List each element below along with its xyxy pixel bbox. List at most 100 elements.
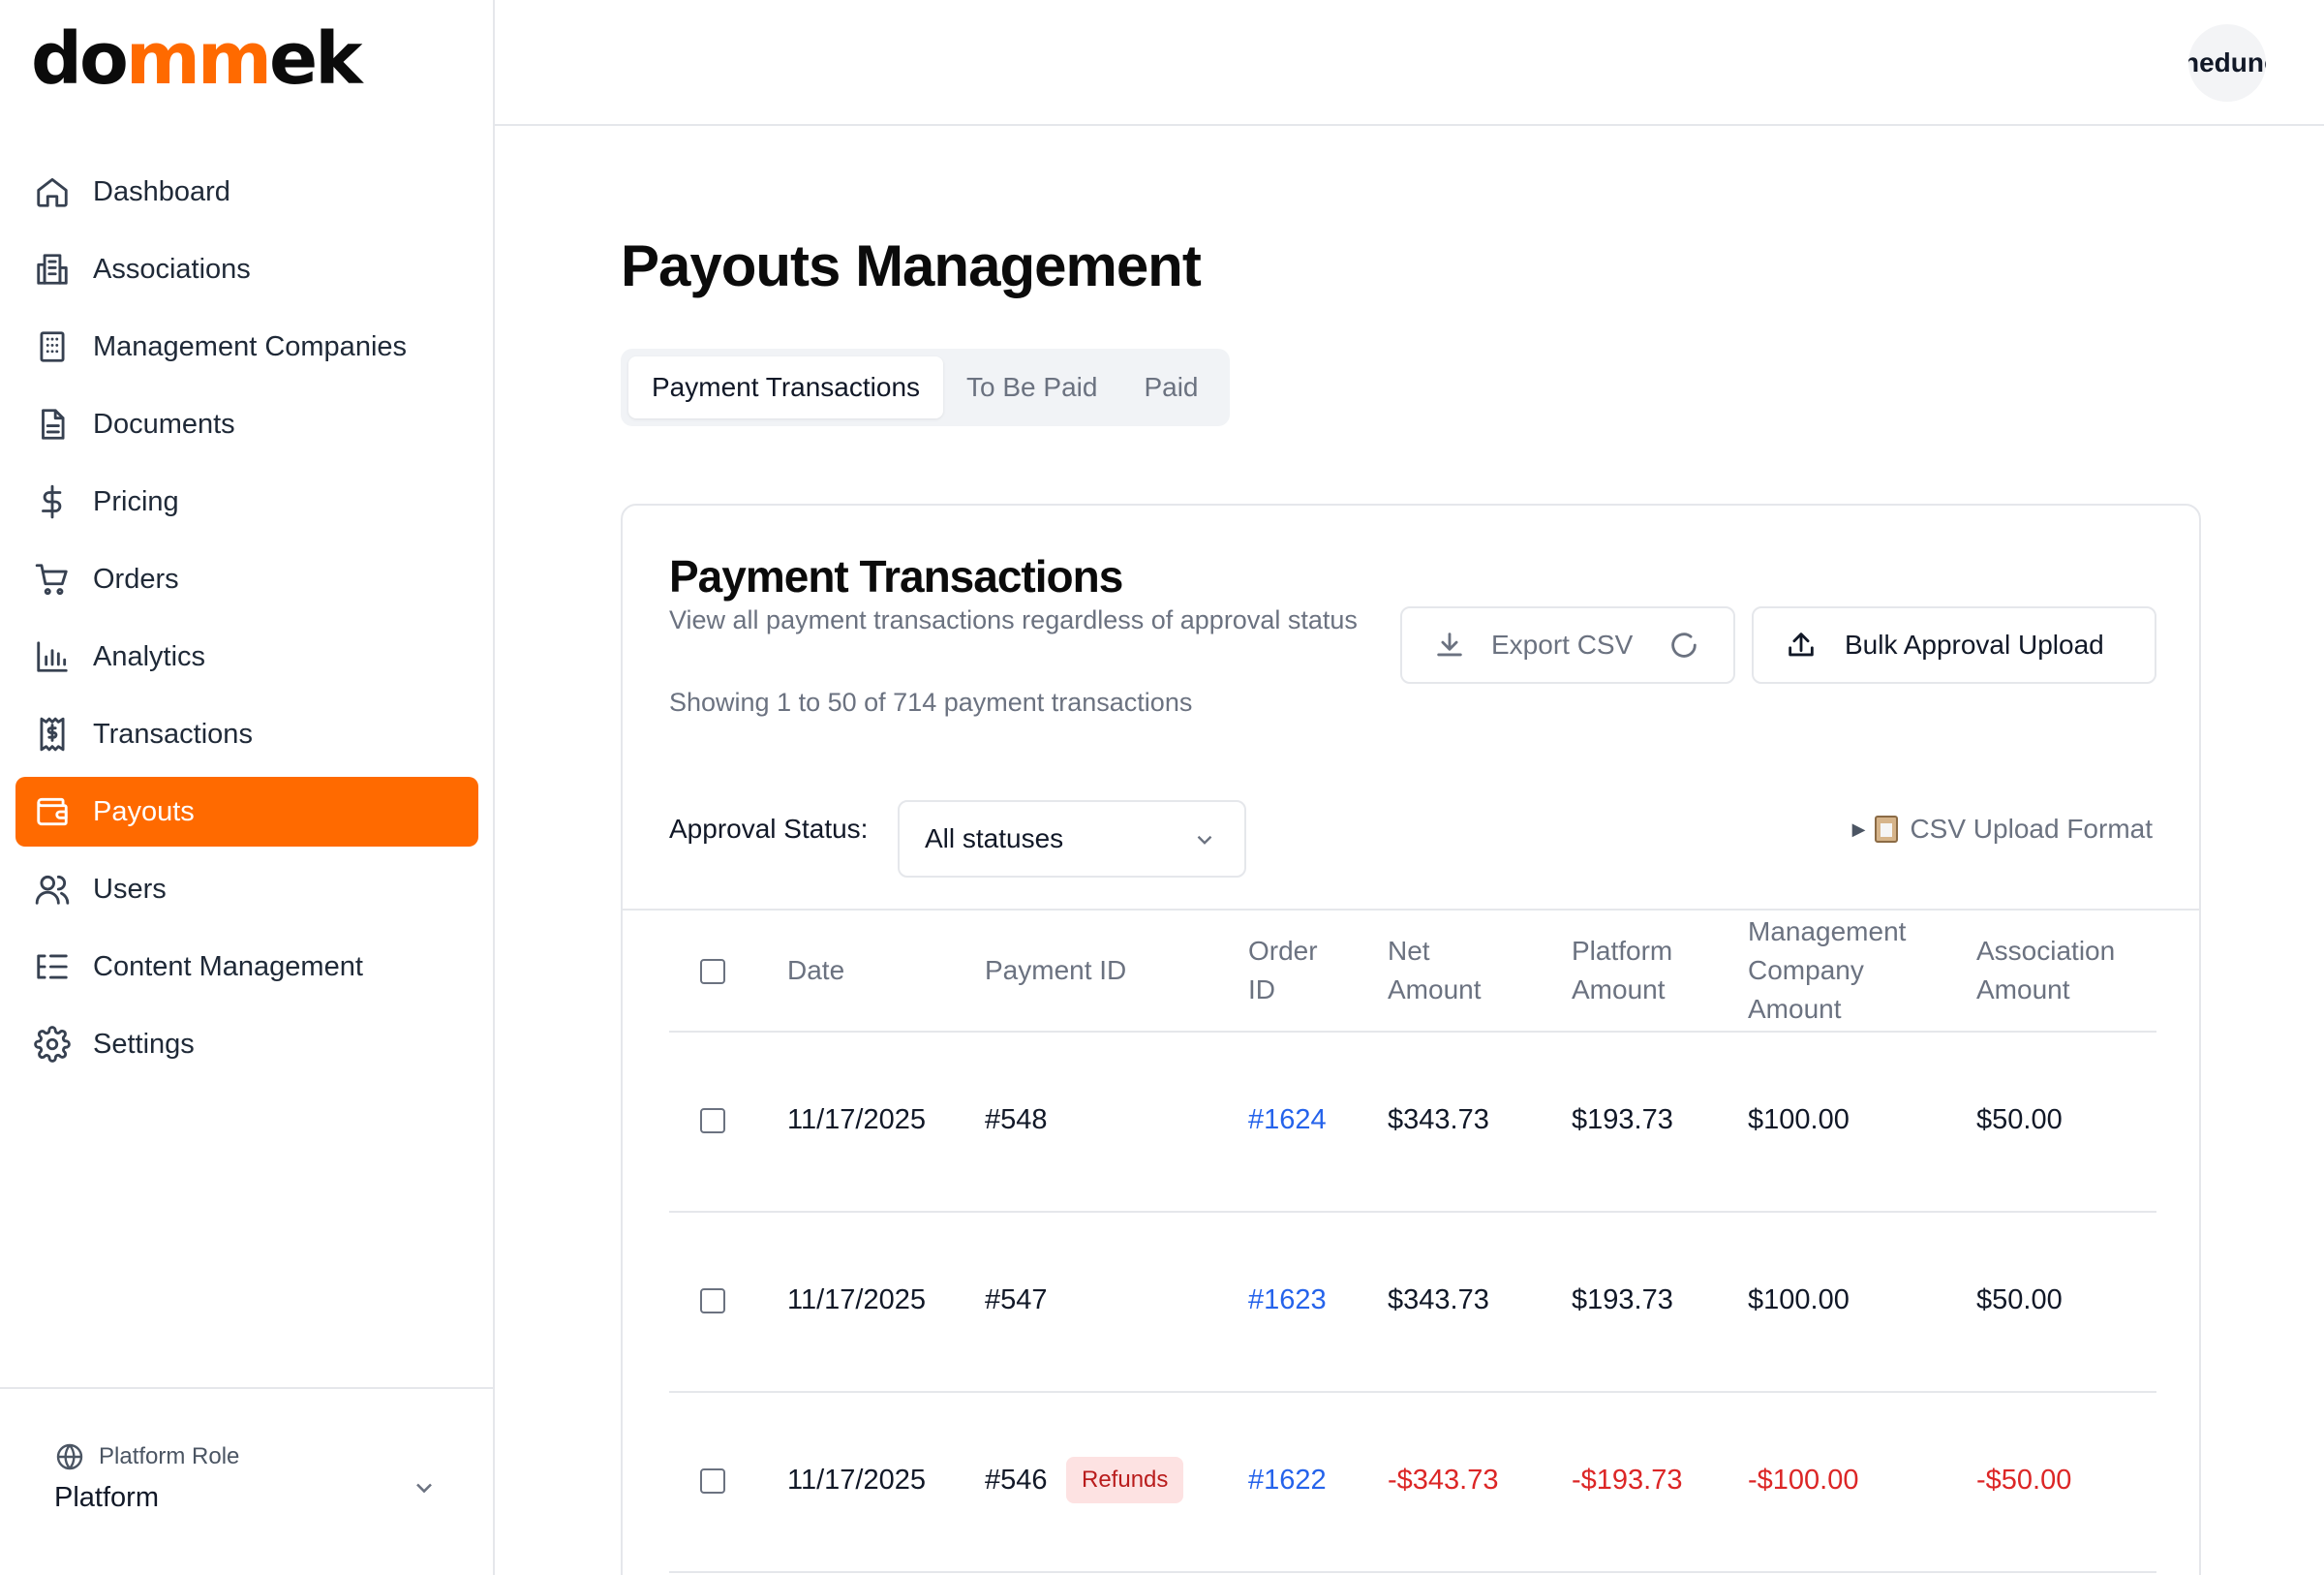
sidebar-item-associations[interactable]: Associations [15, 234, 478, 304]
cell-association-amount: $50.00 [1976, 1284, 2063, 1315]
upload-icon [1789, 633, 1814, 657]
platform-role-value: Platform [54, 1482, 159, 1513]
tab-paid[interactable]: Paid [1120, 356, 1221, 418]
column-header-net-amount[interactable]: Net Amount [1388, 932, 1482, 1009]
column-header-payment-id[interactable]: Payment ID [985, 951, 1126, 990]
cell-management-company-amount: $100.00 [1748, 1284, 1850, 1315]
wallet-icon [33, 792, 72, 831]
bar-chart-icon [33, 637, 72, 676]
sidebar-item-label: Orders [93, 563, 179, 595]
bulk-approval-upload-button[interactable]: Bulk Approval Upload [1752, 606, 2156, 684]
platform-role-switcher[interactable]: Platform Role Platform [0, 1387, 493, 1575]
sidebar-item-label: Analytics [93, 640, 206, 672]
cart-icon [33, 560, 72, 599]
avatar[interactable]: nedunc [2188, 24, 2266, 102]
cell-net-amount: $343.73 [1388, 1104, 1489, 1135]
sidebar-item-pricing[interactable]: Pricing [15, 467, 478, 537]
row-checkbox[interactable] [700, 1108, 725, 1133]
download-icon [1437, 633, 1462, 657]
gear-icon [33, 1025, 72, 1064]
table-row[interactable]: 11/17/2025 #546 Refunds #1622 -$343.73 -… [669, 1393, 2156, 1573]
sidebar-nav: Dashboard Associations Management Compan… [15, 157, 478, 1087]
column-header-platform-amount[interactable]: Platform Amount [1572, 932, 1672, 1009]
sidebar-item-label: Pricing [93, 485, 179, 517]
cell-net-amount: -$343.73 [1388, 1465, 1499, 1496]
card-description: View all payment transactions regardless… [669, 605, 1358, 634]
cell-management-company-amount: $100.00 [1748, 1104, 1850, 1135]
list-icon [33, 947, 72, 986]
cell-order-id-link[interactable]: #1623 [1248, 1284, 1327, 1316]
row-checkbox[interactable] [700, 1288, 725, 1313]
sidebar-item-settings[interactable]: Settings [15, 1009, 478, 1079]
sidebar-item-content-management[interactable]: Content Management [15, 932, 478, 1002]
sidebar: dommek Dashboard Associations Management… [0, 0, 495, 1575]
cell-association-amount: $50.00 [1976, 1104, 2063, 1135]
row-checkbox[interactable] [700, 1468, 725, 1494]
loading-spinner-icon [1671, 633, 1697, 658]
office-building-icon [33, 327, 72, 366]
csv-upload-format-toggle[interactable]: ▶ CSV Upload Format [1852, 814, 2153, 845]
cell-payment-id: #546 [985, 1465, 1048, 1496]
brand-logo[interactable]: dommek [31, 23, 362, 95]
cell-association-amount: -$50.00 [1976, 1465, 2072, 1496]
sidebar-item-documents[interactable]: Documents [15, 389, 478, 459]
platform-role-label: Platform Role [54, 1441, 239, 1472]
sidebar-item-users[interactable]: Users [15, 854, 478, 924]
approval-status-select[interactable]: All statuses [898, 800, 1246, 878]
page-title: Payouts Management [621, 233, 1202, 298]
chevron-down-icon[interactable] [411, 1474, 438, 1501]
cell-date: 11/17/2025 [787, 1465, 926, 1496]
select-all-checkbox[interactable] [700, 959, 725, 984]
sidebar-item-dashboard[interactable]: Dashboard [15, 157, 478, 227]
receipt-icon [33, 715, 72, 754]
cell-order-id-link[interactable]: #1624 [1248, 1104, 1327, 1136]
cell-net-amount: $343.73 [1388, 1284, 1489, 1315]
dollar-icon [33, 482, 72, 521]
payment-transactions-card: Payment Transactions View all payment tr… [621, 504, 2201, 1575]
sidebar-item-label: Dashboard [93, 175, 230, 207]
sidebar-item-label: Associations [93, 253, 251, 285]
home-icon [33, 172, 72, 211]
sidebar-item-label: Users [93, 873, 167, 905]
cell-payment-id: #548 [985, 1104, 1048, 1135]
sidebar-item-label: Payouts [93, 795, 195, 827]
sidebar-item-label: Content Management [93, 950, 363, 982]
tab-to-be-paid[interactable]: To Be Paid [943, 356, 1120, 418]
cell-order-id-link[interactable]: #1622 [1248, 1465, 1327, 1497]
column-header-association-amount[interactable]: Association Amount [1976, 932, 2115, 1009]
chevron-down-icon [1197, 835, 1212, 845]
sidebar-item-analytics[interactable]: Analytics [15, 622, 478, 692]
tab-payment-transactions[interactable]: Payment Transactions [628, 356, 944, 418]
building-icon [33, 250, 72, 289]
clipboard-icon [1875, 816, 1899, 843]
sidebar-item-label: Management Companies [93, 330, 408, 362]
sidebar-item-label: Settings [93, 1028, 195, 1060]
cell-date: 11/17/2025 [787, 1284, 926, 1315]
table-row[interactable]: 11/17/2025 #547 #1623 $343.73 $193.73 $1… [669, 1213, 2156, 1393]
sidebar-item-management-companies[interactable]: Management Companies [15, 312, 478, 382]
top-bar: nedunc [495, 0, 2324, 126]
column-header-date[interactable]: Date [787, 951, 844, 990]
cell-management-company-amount: -$100.00 [1748, 1465, 1859, 1496]
globe-icon [56, 1443, 83, 1470]
disclosure-triangle-icon: ▶ [1851, 818, 1866, 839]
sidebar-item-transactions[interactable]: Transactions [15, 699, 478, 769]
export-csv-button[interactable]: Export CSV [1400, 606, 1735, 684]
document-icon [33, 405, 72, 444]
sidebar-item-label: Documents [93, 408, 235, 440]
card-title: Payment Transactions [669, 551, 1123, 602]
sidebar-item-orders[interactable]: Orders [15, 544, 478, 614]
column-header-management-company-amount[interactable]: Management Company Amount [1748, 912, 1906, 1029]
table-row[interactable]: 11/17/2025 #548 #1624 $343.73 $193.73 $1… [669, 1033, 2156, 1213]
cell-platform-amount: $193.73 [1572, 1284, 1673, 1315]
cell-platform-amount: -$193.73 [1572, 1465, 1683, 1496]
column-header-order-id[interactable]: Order ID [1248, 932, 1318, 1009]
refunds-badge: Refunds [1066, 1457, 1184, 1503]
sidebar-item-label: Transactions [93, 718, 253, 750]
cell-platform-amount: $193.73 [1572, 1104, 1673, 1135]
main-content: Payouts Management Payment Transactions … [495, 126, 2324, 1575]
sidebar-item-payouts[interactable]: Payouts [15, 777, 478, 847]
users-icon [33, 870, 72, 909]
cell-date: 11/17/2025 [787, 1104, 926, 1135]
payouts-tabs: Payment Transactions To Be Paid Paid [621, 349, 1230, 426]
